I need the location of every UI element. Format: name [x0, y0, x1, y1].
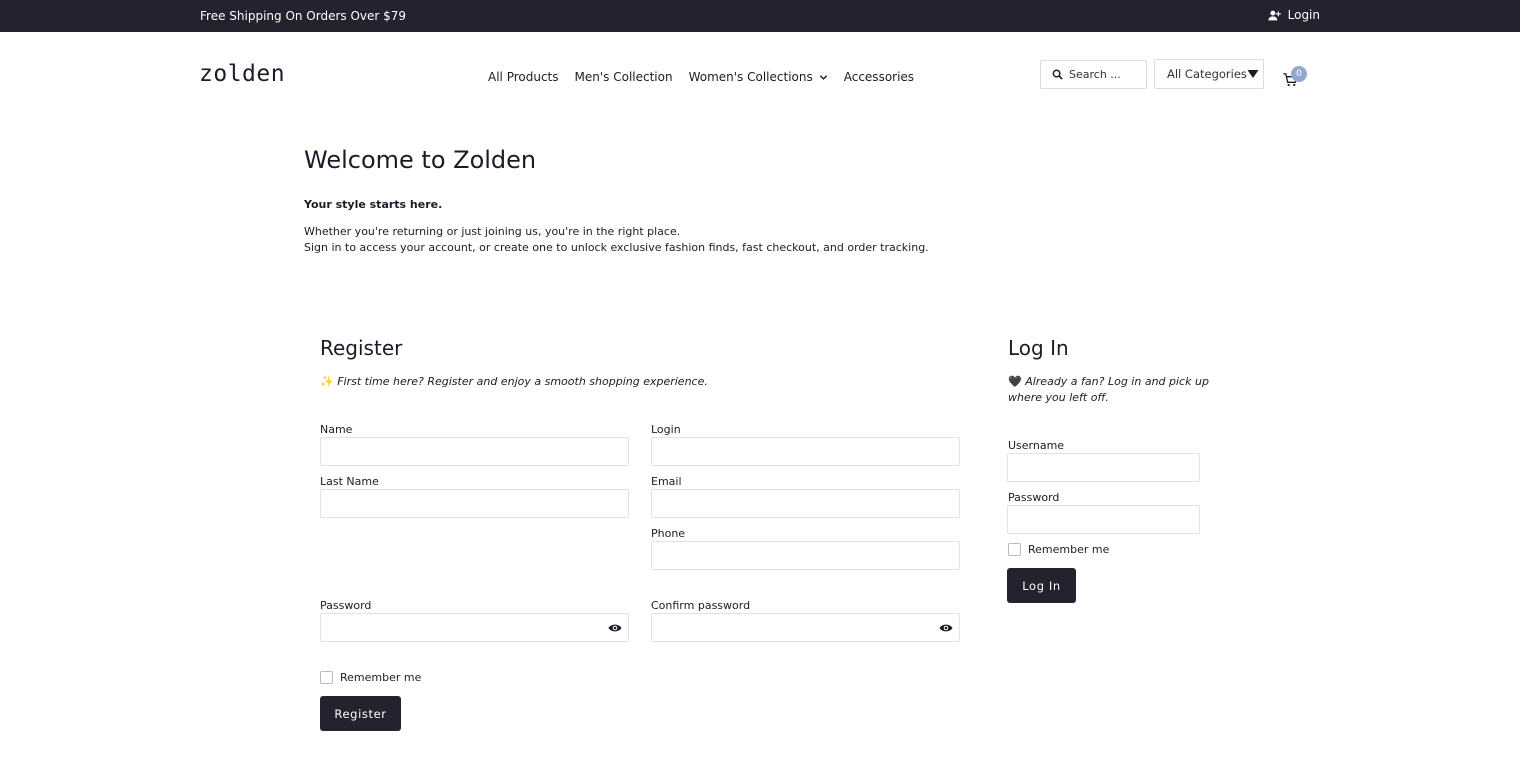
- confirm-password-field[interactable]: [651, 613, 960, 642]
- login-subtitle-line1: Already a fan? Log in and pick up: [1025, 375, 1209, 388]
- login-remember-label: Remember me: [1028, 543, 1110, 556]
- last-name-field[interactable]: [320, 489, 629, 518]
- intro-text-2: Sign in to access your account, or creat…: [304, 241, 929, 254]
- password-field[interactable]: [320, 613, 629, 642]
- top-login-label: Login: [1287, 8, 1320, 22]
- search-icon: [1052, 69, 1063, 80]
- login-button[interactable]: Log In: [1007, 568, 1076, 603]
- site-logo[interactable]: zolden: [199, 61, 285, 87]
- cart-count-badge: 0: [1291, 66, 1307, 82]
- intro-text-1: Whether you're returning or just joining…: [304, 225, 681, 238]
- caret-down-icon: [1247, 70, 1259, 78]
- login-password-field[interactable]: [1007, 505, 1200, 534]
- black-heart-icon: 🖤: [1008, 375, 1022, 388]
- login-subtitle-line2: where you left off.: [1008, 391, 1109, 404]
- main-nav: All Products Men's Collection Women's Co…: [488, 70, 930, 84]
- nav-mens-collection[interactable]: Men's Collection: [575, 70, 673, 84]
- register-remember-checkbox[interactable]: [320, 671, 333, 684]
- eye-icon[interactable]: [939, 623, 953, 633]
- search-placeholder: Search ...: [1069, 68, 1121, 81]
- tagline: Your style starts here.: [304, 198, 443, 211]
- eye-icon[interactable]: [608, 623, 622, 633]
- confirm-password-label: Confirm password: [651, 599, 751, 612]
- register-subtitle: ✨ First time here? Register and enjoy a …: [320, 374, 708, 390]
- category-select[interactable]: All Categories: [1154, 59, 1264, 89]
- top-login-link[interactable]: Login: [1268, 8, 1320, 22]
- nav-all-products[interactable]: All Products: [488, 70, 559, 84]
- nav-accessories-label: Accessories: [843, 70, 915, 84]
- user-plus-icon: [1268, 10, 1281, 20]
- chevron-down-icon: [819, 74, 827, 80]
- nav-womens-collections[interactable]: Women's Collections: [689, 70, 828, 84]
- register-title: Register: [320, 336, 403, 360]
- email-field[interactable]: [651, 489, 960, 518]
- shipping-promo: Free Shipping On Orders Over $79: [200, 9, 407, 23]
- name-label: Name: [320, 423, 353, 436]
- login-subtitle: 🖤 Already a fan? Log in and pick up wher…: [1008, 374, 1209, 406]
- nav-all-products-label: All Products: [488, 70, 559, 84]
- phone-field[interactable]: [651, 541, 960, 570]
- search-input[interactable]: Search ...: [1040, 60, 1147, 89]
- login-title: Log In: [1008, 336, 1069, 360]
- nav-accessories[interactable]: Accessories: [844, 70, 914, 84]
- top-bar: Free Shipping On Orders Over $79 Login: [0, 0, 1520, 32]
- register-subtitle-text: First time here? Register and enjoy a sm…: [337, 375, 708, 388]
- login-label: Login: [651, 423, 681, 436]
- name-field[interactable]: [320, 437, 629, 466]
- phone-label: Phone: [651, 527, 686, 540]
- username-label: Username: [1008, 439, 1065, 452]
- password-label: Password: [320, 599, 372, 612]
- nav-mens-collection-label: Men's Collection: [574, 70, 673, 84]
- nav-womens-collections-label: Women's Collections: [688, 70, 813, 84]
- last-name-label: Last Name: [320, 475, 379, 488]
- sparkles-icon: ✨: [320, 375, 334, 388]
- category-selected-value: All Categories: [1167, 67, 1247, 81]
- page-title: Welcome to Zolden: [304, 146, 537, 174]
- login-field[interactable]: [651, 437, 960, 466]
- username-field[interactable]: [1007, 453, 1200, 482]
- login-remember-checkbox[interactable]: [1008, 543, 1021, 556]
- login-password-label: Password: [1008, 491, 1060, 504]
- register-remember-label: Remember me: [340, 671, 422, 684]
- email-label: Email: [651, 475, 682, 488]
- register-button[interactable]: Register: [320, 696, 401, 731]
